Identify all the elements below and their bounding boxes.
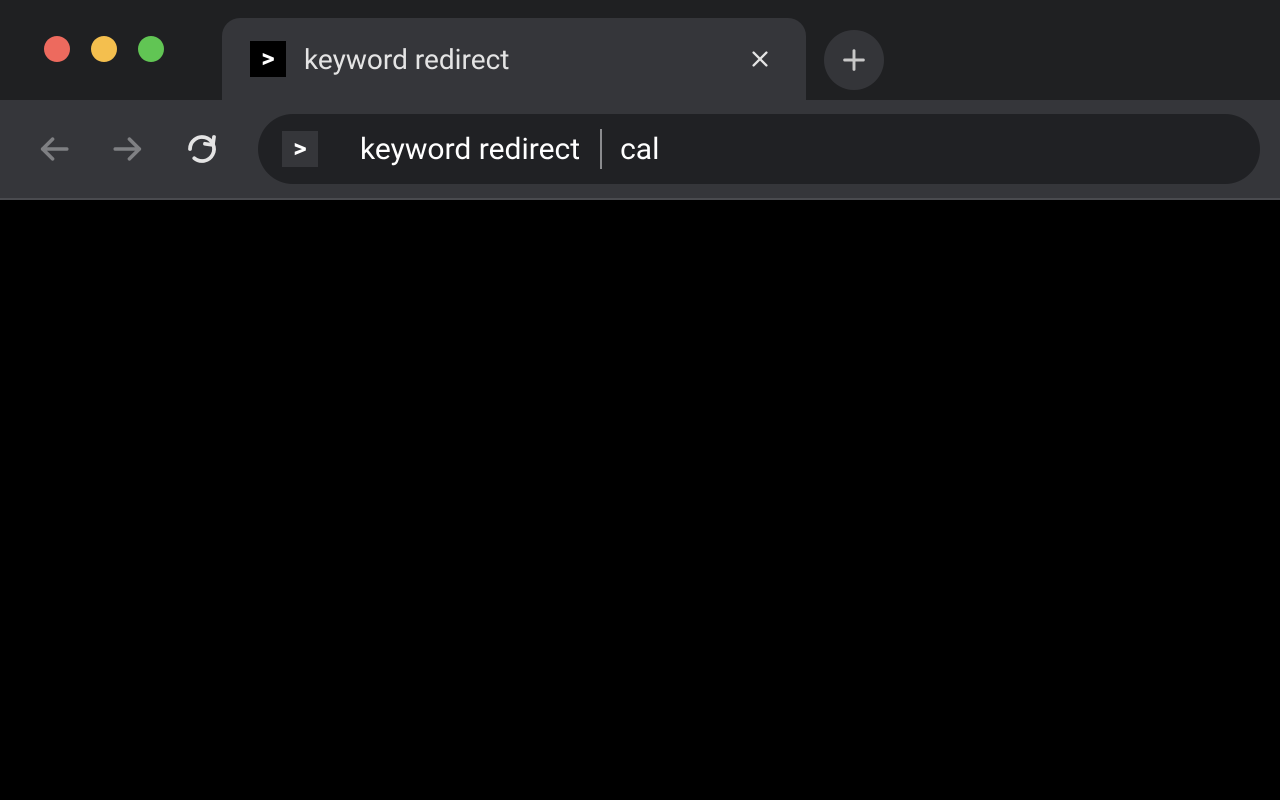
close-icon — [749, 48, 771, 70]
browser-chrome: > keyword redirect — [0, 0, 1280, 200]
arrow-left-icon — [37, 132, 71, 166]
reload-icon — [186, 133, 218, 165]
window-minimize-button[interactable] — [91, 36, 117, 62]
reload-button[interactable] — [174, 121, 230, 177]
tab-favicon: > — [250, 41, 286, 77]
omnibox-favicon-glyph: > — [293, 136, 306, 162]
address-bar[interactable]: > keyword redirect cal — [258, 114, 1260, 184]
omnibox-query-text: cal — [620, 132, 659, 167]
omnibox-favicon: > — [282, 131, 318, 167]
tab-strip: > keyword redirect — [0, 0, 1280, 100]
forward-button[interactable] — [100, 121, 156, 177]
tab-favicon-glyph: > — [261, 46, 274, 72]
back-button[interactable] — [26, 121, 82, 177]
tab-title: keyword redirect — [304, 43, 744, 76]
new-tab-button[interactable] — [824, 30, 884, 90]
window-controls — [44, 36, 164, 62]
window-close-button[interactable] — [44, 36, 70, 62]
omnibox-divider — [600, 129, 602, 169]
tab-close-button[interactable] — [744, 43, 776, 75]
omnibox-keyword-prefix: keyword redirect — [360, 132, 580, 167]
page-content — [0, 200, 1280, 800]
toolbar: > keyword redirect cal — [0, 100, 1280, 200]
active-tab[interactable]: > keyword redirect — [222, 18, 806, 100]
plus-icon — [840, 46, 868, 74]
window-maximize-button[interactable] — [138, 36, 164, 62]
arrow-right-icon — [111, 132, 145, 166]
